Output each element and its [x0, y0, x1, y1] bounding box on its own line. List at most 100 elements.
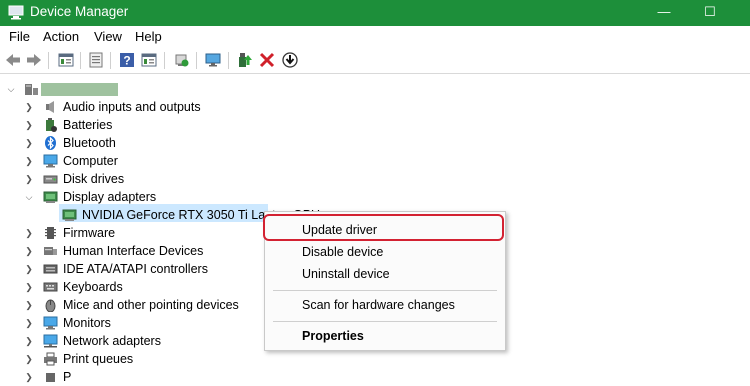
tree-item-label: Audio inputs and outputs — [63, 100, 201, 114]
tree-root[interactable]: ⌵ — [0, 80, 200, 98]
tree-item-label: Network adapters — [63, 334, 161, 348]
chevron-right-icon[interactable]: ❯ — [24, 350, 34, 368]
tree-item-firmware[interactable]: ❯ Firmware — [0, 224, 240, 242]
chevron-right-icon[interactable]: ❯ — [24, 98, 34, 116]
root-label-redacted — [41, 83, 118, 96]
tree-item-mice[interactable]: ❯ Mice and other pointing devices — [0, 296, 240, 314]
network-adapter-icon — [43, 334, 58, 348]
tree-item-label: Print queues — [63, 352, 134, 366]
help-icon[interactable]: ? — [118, 51, 136, 69]
toolbar-separator — [48, 52, 49, 69]
menu-item-properties[interactable]: Properties — [302, 329, 364, 343]
tree-item-disk-drives[interactable]: ❯ Disk drives — [0, 170, 240, 188]
mouse-icon — [45, 299, 56, 312]
tree-item-print-queues[interactable]: ❯ Print queues — [0, 350, 240, 368]
disk-drive-icon — [43, 175, 58, 184]
toolbar-separator — [228, 52, 229, 69]
tree-item-label: Monitors — [63, 316, 111, 330]
menu-help[interactable]: Help — [135, 29, 162, 44]
menu-view[interactable]: View — [94, 29, 122, 44]
computer-root-icon — [25, 84, 38, 95]
forward-icon[interactable] — [25, 51, 43, 69]
battery-icon — [46, 118, 57, 132]
menu-item-disable-device[interactable]: Disable device — [302, 245, 383, 259]
svg-text:?: ? — [123, 54, 130, 68]
chevron-right-icon[interactable]: ❯ — [24, 368, 34, 386]
menu-file[interactable]: File — [9, 29, 30, 44]
chevron-right-icon[interactable]: ❯ — [24, 278, 34, 296]
tree-item-label: Computer — [63, 154, 118, 168]
chevron-down-icon[interactable]: ⌵ — [6, 80, 16, 98]
tree-item-label: Batteries — [63, 118, 113, 132]
maximize-button[interactable]: ☐ — [690, 1, 730, 25]
tree-item-label: Mice and other pointing devices — [63, 298, 239, 312]
processor-icon — [46, 373, 55, 382]
tree-item-network-adapters[interactable]: ❯ Network adapters — [0, 332, 240, 350]
printer-icon — [44, 352, 57, 366]
chevron-right-icon[interactable]: ❯ — [24, 170, 34, 188]
monitor-icon — [43, 316, 58, 330]
tree-item-computer[interactable]: ❯ Computer — [0, 152, 240, 170]
download-icon[interactable] — [281, 51, 299, 69]
tree-item-bluetooth[interactable]: ❯ Bluetooth — [0, 134, 240, 152]
toolbar-separator — [196, 52, 197, 69]
help-page-icon[interactable] — [87, 51, 105, 69]
properties-sheet-icon[interactable] — [57, 51, 75, 69]
toolbar-separator — [80, 52, 81, 69]
gpu-icon — [62, 209, 77, 221]
minimize-button[interactable]: — — [644, 1, 684, 25]
tree-item-hid[interactable]: ❯ Human Interface Devices — [0, 242, 240, 260]
tree-item-ide-controllers[interactable]: ❯ IDE ATA/ATAPI controllers — [0, 260, 240, 278]
update-driver-highlight — [263, 214, 504, 241]
toolbar: ? — [0, 48, 750, 74]
menu-item-scan-hardware[interactable]: Scan for hardware changes — [302, 298, 455, 312]
menu-separator — [273, 321, 497, 322]
tree-item-nvidia-gpu[interactable]: NVIDIA GeForce RTX 3050 Ti Laptop GPU — [0, 206, 320, 224]
ide-controller-icon — [43, 264, 58, 274]
update-driver-icon[interactable] — [236, 51, 254, 69]
chevron-right-icon[interactable]: ❯ — [24, 314, 34, 332]
tree-item-monitors[interactable]: ❯ Monitors — [0, 314, 240, 332]
list-view-icon[interactable] — [140, 51, 158, 69]
firmware-icon — [45, 227, 56, 239]
window-title: Device Manager — [30, 4, 129, 19]
tree-item-keyboards[interactable]: ❯ Keyboards — [0, 278, 240, 296]
bluetooth-icon — [45, 136, 56, 150]
display-adapter-icon — [43, 191, 58, 203]
chevron-right-icon[interactable]: ❯ — [24, 260, 34, 278]
chevron-right-icon[interactable]: ❯ — [24, 116, 34, 134]
chevron-right-icon[interactable]: ❯ — [24, 152, 34, 170]
tree-item-batteries[interactable]: ❯ Batteries — [0, 116, 240, 134]
tree-item-label: Human Interface Devices — [63, 244, 204, 258]
menu-item-uninstall-device[interactable]: Uninstall device — [302, 267, 390, 281]
tree-item-label: Bluetooth — [63, 136, 116, 150]
tree-item-label: Firmware — [63, 226, 116, 240]
keyboard-icon — [43, 282, 58, 292]
tree-item-label: IDE ATA/ATAPI controllers — [63, 262, 208, 276]
tree-item-processors[interactable]: ❯ P — [0, 368, 240, 386]
monitor-icon[interactable] — [204, 51, 222, 69]
refresh-hardware-icon[interactable] — [172, 51, 190, 69]
chevron-right-icon[interactable]: ❯ — [24, 332, 34, 350]
menu-action[interactable]: Action — [43, 29, 79, 44]
toolbar-separator — [164, 52, 165, 69]
tree-item-display-adapters[interactable]: ⌵ Display adapters — [0, 188, 240, 206]
chevron-right-icon[interactable]: ❯ — [24, 296, 34, 314]
tree-item-label: Keyboards — [63, 280, 123, 294]
menu-bar: File Action View Help — [0, 26, 750, 46]
tree-item-label: Disk drives — [63, 172, 125, 186]
uninstall-icon[interactable] — [258, 51, 276, 69]
hid-icon — [44, 247, 57, 255]
speaker-icon — [46, 101, 54, 113]
chevron-right-icon[interactable]: ❯ — [24, 134, 34, 152]
chevron-right-icon[interactable]: ❯ — [24, 224, 34, 242]
tree-item-audio[interactable]: ❯ Audio inputs and outputs — [0, 98, 240, 116]
tree-item-label: P — [63, 370, 72, 384]
computer-icon — [43, 154, 58, 168]
tree-item-label: Display adapters — [63, 190, 157, 204]
toolbar-separator — [110, 52, 111, 69]
chevron-down-icon[interactable]: ⌵ — [24, 188, 34, 206]
chevron-right-icon[interactable]: ❯ — [24, 242, 34, 260]
title-bar: Device Manager — ☐ — [0, 0, 750, 26]
back-icon[interactable] — [4, 51, 22, 69]
